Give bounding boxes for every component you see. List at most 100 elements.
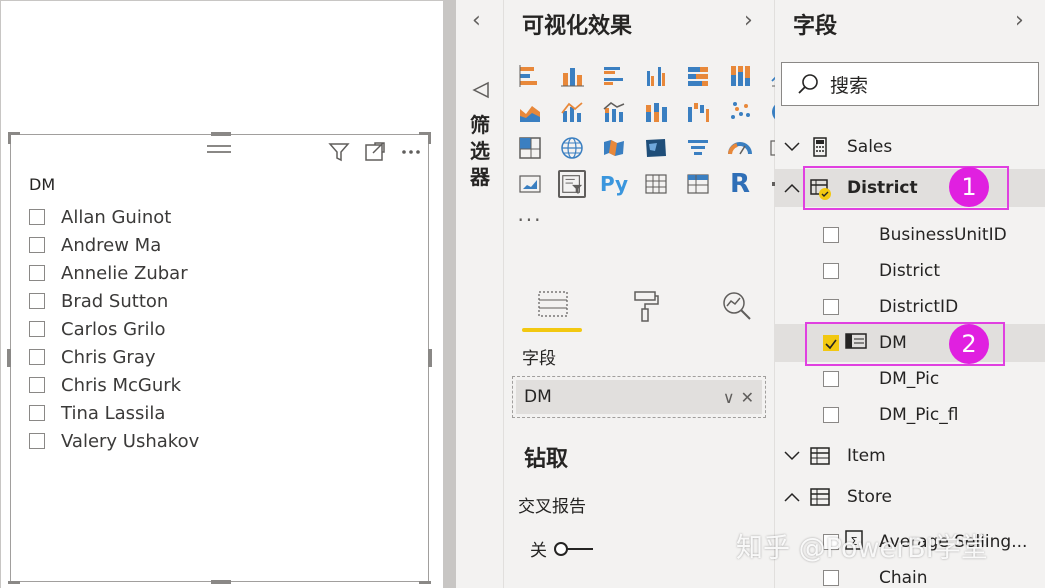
shape-map-icon[interactable] (642, 134, 670, 162)
slicer-item[interactable]: Brad Sutton (29, 287, 199, 315)
fields-tab-icon[interactable] (522, 290, 584, 330)
slicer-item-checkbox[interactable] (29, 321, 45, 337)
field-checkbox[interactable] (823, 263, 839, 279)
resize-handle-top[interactable] (211, 132, 231, 136)
field-name: DM_Pic_fl (879, 405, 959, 425)
slicer-item-label: Andrew Ma (61, 234, 162, 256)
field-checkbox[interactable] (823, 570, 839, 586)
slicer-item-checkbox[interactable] (29, 209, 45, 225)
field-name: Chain (879, 568, 928, 588)
kpi-icon[interactable] (516, 170, 544, 198)
field-checkbox[interactable] (823, 227, 839, 243)
line-clustered-column-icon[interactable] (558, 98, 586, 126)
waterfall-icon[interactable] (684, 98, 712, 126)
clustered-column-icon[interactable] (642, 62, 670, 90)
field-row[interactable]: BusinessUnitID (775, 216, 1045, 254)
map-icon[interactable] (558, 134, 586, 162)
resize-handle-left[interactable] (7, 349, 11, 367)
slicer-item[interactable]: Chris Gray (29, 343, 199, 371)
collapse-fields-chevron-icon[interactable]: › (1015, 8, 1024, 33)
resize-handle-tl-v[interactable] (8, 132, 11, 144)
python-visual-icon[interactable]: Py (600, 170, 628, 198)
slicer-item[interactable]: Annelie Zubar (29, 259, 199, 287)
drag-grip[interactable] (207, 145, 231, 153)
field-name: BusinessUnitID (879, 225, 1007, 245)
more-options-icon[interactable] (400, 141, 422, 163)
filters-label: 筛选器 (470, 113, 490, 189)
stacked-bar-icon[interactable] (516, 62, 544, 90)
matrix-icon[interactable] (684, 170, 712, 198)
slicer-item-label: Chris McGurk (61, 374, 182, 396)
treemap-icon[interactable] (516, 134, 544, 162)
table-row-store[interactable]: Store (775, 478, 1045, 516)
more-visuals-icon[interactable]: ··· (516, 206, 544, 234)
chevron-up-icon[interactable] (783, 183, 801, 193)
slicer-title: DM (29, 175, 56, 194)
filters-pane-collapsed[interactable]: ‹ 筛选器 (456, 0, 504, 588)
expand-filters-chevron-icon[interactable]: ‹ (472, 8, 481, 33)
100-stacked-bar-icon[interactable] (684, 62, 712, 90)
slicer-item-checkbox[interactable] (29, 433, 45, 449)
slicer-item-checkbox[interactable] (29, 265, 45, 281)
focus-mode-icon[interactable] (364, 141, 386, 163)
filter-funnel-icon (472, 81, 489, 99)
slicer-item[interactable]: Allan Guinot (29, 203, 199, 231)
line-stacked-column-icon[interactable] (600, 98, 628, 126)
cross-report-toggle[interactable]: 关 (530, 536, 595, 561)
remove-field-icon[interactable]: ✕ (741, 388, 754, 407)
slicer-item[interactable]: Tina Lassila (29, 399, 199, 427)
field-checkbox[interactable] (823, 371, 839, 387)
field-row[interactable]: DM_Pic_fl (775, 396, 1045, 434)
slicer-item-checkbox[interactable] (29, 405, 45, 421)
filter-icon[interactable] (328, 141, 350, 163)
r-visual-icon[interactable]: R (726, 169, 754, 199)
canvas-scroll-gutter[interactable] (443, 0, 456, 588)
chevron-down-icon[interactable] (783, 142, 801, 152)
collapse-visualizations-chevron-icon[interactable]: › (744, 8, 753, 33)
callout-badge-1: 1 (949, 167, 989, 207)
table-icon (809, 445, 831, 467)
slicer-icon[interactable] (558, 170, 586, 198)
slicer-item[interactable]: Chris McGurk (29, 371, 199, 399)
field-checkbox[interactable] (823, 407, 839, 423)
field-well[interactable]: DM ∨ ✕ (512, 376, 766, 418)
field-row[interactable]: DistrictID (775, 288, 1045, 326)
clustered-bar-icon[interactable] (600, 62, 628, 90)
chevron-down-icon[interactable] (783, 451, 801, 461)
resize-handle-right[interactable] (428, 349, 432, 367)
table-row-sales[interactable]: Sales (775, 128, 1045, 166)
fields-search-input[interactable]: 搜索 (781, 62, 1039, 106)
slicer-item-checkbox[interactable] (29, 377, 45, 393)
stacked-area-icon[interactable] (516, 98, 544, 126)
slicer-item[interactable]: Carlos Grilo (29, 315, 199, 343)
active-tab-indicator (522, 328, 582, 332)
resize-handle-br[interactable] (419, 581, 431, 584)
gauge-icon[interactable] (726, 134, 754, 162)
filled-map-icon[interactable] (600, 134, 628, 162)
stacked-column-icon[interactable] (558, 62, 586, 90)
slicer-item-checkbox[interactable] (29, 237, 45, 253)
table-icon (809, 486, 831, 508)
resize-handle-bl[interactable] (8, 581, 20, 584)
slicer-visual[interactable]: DM Allan Guinot Andrew Ma Annelie Zubar Bra… (7, 132, 432, 584)
scatter-icon[interactable] (726, 98, 754, 126)
format-tab-icon[interactable] (614, 290, 676, 330)
chevron-down-icon[interactable]: ∨ (723, 388, 735, 407)
resize-handle-bottom[interactable] (211, 580, 231, 584)
slicer-item[interactable]: Andrew Ma (29, 231, 199, 259)
resize-handle-tr-v[interactable] (428, 132, 431, 144)
slicer-item-checkbox[interactable] (29, 349, 45, 365)
table-icon[interactable] (642, 170, 670, 198)
toggle-switch-icon[interactable] (553, 540, 595, 558)
table-row-item[interactable]: Item (775, 437, 1045, 475)
slicer-item[interactable]: Valery Ushakov (29, 427, 199, 455)
field-well-pill[interactable]: DM ∨ ✕ (516, 380, 762, 414)
ribbon-chart-icon[interactable] (642, 98, 670, 126)
slicer-item-checkbox[interactable] (29, 293, 45, 309)
analytics-tab-icon[interactable] (706, 290, 768, 330)
field-row[interactable]: District (775, 252, 1045, 290)
field-checkbox[interactable] (823, 299, 839, 315)
chevron-up-icon[interactable] (783, 492, 801, 502)
100-stacked-column-icon[interactable] (726, 62, 754, 90)
funnel-icon[interactable] (684, 134, 712, 162)
